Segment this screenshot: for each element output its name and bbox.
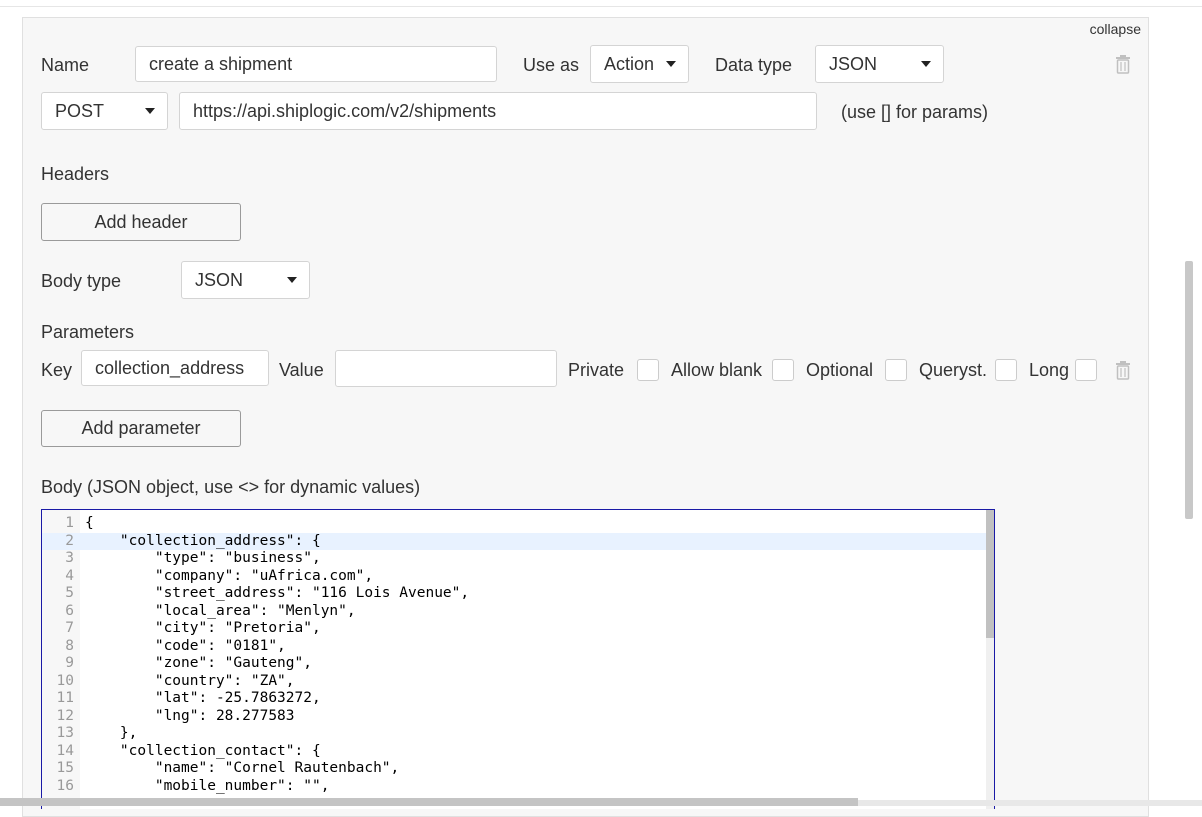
collapse-link[interactable]: collapse bbox=[1090, 21, 1141, 37]
code-line[interactable]: 7 "city": "Pretoria", bbox=[42, 620, 988, 638]
code-line[interactable]: 15 "name": "Cornel Rautenbach", bbox=[42, 760, 988, 778]
code-text: "mobile_number": "", bbox=[85, 777, 330, 794]
body-label: Body (JSON object, use <> for dynamic va… bbox=[41, 477, 421, 497]
queryst-label: Queryst. bbox=[919, 360, 988, 380]
line-number: 10 bbox=[56, 672, 74, 689]
param-value-input[interactable] bbox=[335, 350, 557, 387]
code-text: "code": "0181", bbox=[85, 637, 286, 654]
code-line[interactable]: 12 "lng": 28.277583 bbox=[42, 708, 988, 726]
code-text: "lat": -25.7863272, bbox=[85, 690, 321, 706]
long-label: Long bbox=[1029, 360, 1070, 380]
name-input[interactable]: create a shipment bbox=[135, 46, 497, 82]
allow-blank-label: Allow blank bbox=[671, 360, 763, 380]
line-number: 1 bbox=[65, 515, 74, 531]
add-parameter-button[interactable]: Add parameter bbox=[41, 410, 241, 447]
param-key-input[interactable]: collection_address bbox=[81, 350, 269, 386]
code-line[interactable]: 5 "street_address": "116 Lois Avenue", bbox=[42, 585, 988, 603]
code-line[interactable]: 8 "code": "0181", bbox=[42, 638, 988, 656]
code-line[interactable]: 4 "company": "uAfrica.com", bbox=[42, 568, 988, 586]
editor-scrollbar[interactable] bbox=[986, 510, 994, 809]
optional-label: Optional bbox=[806, 360, 874, 380]
name-label: Name bbox=[41, 55, 90, 75]
horizontal-scrollbar-track[interactable] bbox=[858, 800, 1202, 806]
line-number: 5 bbox=[65, 585, 74, 601]
data-type-label: Data type bbox=[715, 55, 793, 75]
code-text: "name": "Cornel Rautenbach", bbox=[85, 760, 400, 776]
code-line[interactable]: 13 }, bbox=[42, 725, 988, 743]
params-hint: (use [] for params) bbox=[841, 102, 989, 122]
http-method-select[interactable]: POST bbox=[41, 92, 168, 130]
line-number: 4 bbox=[65, 567, 74, 584]
code-text: "street_address": "116 Lois Avenue", bbox=[85, 585, 470, 601]
editor-scrollbar-thumb[interactable] bbox=[986, 510, 994, 638]
code-line[interactable]: 11 "lat": -25.7863272, bbox=[42, 690, 988, 708]
code-text: "type": "business", bbox=[85, 550, 321, 566]
caret-down-icon bbox=[666, 61, 676, 67]
headers-title: Headers bbox=[41, 164, 110, 184]
queryst-checkbox[interactable] bbox=[995, 359, 1017, 381]
code-line[interactable]: 10 "country": "ZA", bbox=[42, 673, 988, 691]
api-call-panel: collapse Name create a shipment Use as A… bbox=[22, 17, 1149, 817]
code-text: "company": "uAfrica.com", bbox=[85, 567, 374, 584]
code-line[interactable]: 6 "local_area": "Menlyn", bbox=[42, 603, 988, 621]
private-label: Private bbox=[568, 360, 625, 380]
trash-icon[interactable] bbox=[1114, 360, 1132, 380]
json-body-editor[interactable]: 1{2 "collection_address": {3 "type": "bu… bbox=[41, 509, 995, 809]
code-text: "collection_address": { bbox=[85, 532, 321, 549]
line-number: 11 bbox=[56, 690, 74, 706]
optional-checkbox[interactable] bbox=[885, 359, 907, 381]
line-number: 2 bbox=[65, 532, 74, 549]
line-number: 7 bbox=[65, 620, 74, 636]
code-line[interactable]: 1{ bbox=[42, 515, 988, 533]
value-label: Value bbox=[279, 360, 324, 380]
url-input[interactable]: https://api.shiplogic.com/v2/shipments bbox=[179, 92, 817, 130]
caret-down-icon bbox=[287, 277, 297, 283]
caret-down-icon bbox=[921, 61, 931, 67]
code-line[interactable]: 14 "collection_contact": { bbox=[42, 743, 988, 761]
code-text: { bbox=[85, 515, 94, 531]
data-type-select[interactable]: JSON bbox=[815, 45, 944, 83]
line-number: 9 bbox=[65, 655, 74, 671]
body-type-value: JSON bbox=[195, 269, 244, 290]
http-method-value: POST bbox=[55, 100, 105, 121]
line-number: 12 bbox=[56, 707, 74, 724]
use-as-value: Action bbox=[604, 53, 655, 74]
private-checkbox[interactable] bbox=[637, 359, 659, 381]
page-scrollbar-thumb[interactable] bbox=[1185, 261, 1193, 519]
trash-icon[interactable] bbox=[1114, 54, 1132, 74]
horizontal-scrollbar-thumb[interactable] bbox=[0, 798, 858, 806]
line-number: 16 bbox=[56, 777, 74, 794]
key-label: Key bbox=[41, 360, 73, 380]
use-as-label: Use as bbox=[523, 55, 580, 75]
code-text: "collection_contact": { bbox=[85, 742, 321, 759]
code-line[interactable]: 16 "mobile_number": "", bbox=[42, 778, 988, 796]
line-number: 15 bbox=[56, 760, 74, 776]
body-type-select[interactable]: JSON bbox=[181, 261, 310, 299]
code-text: "zone": "Gauteng", bbox=[85, 655, 312, 671]
code-text: "local_area": "Menlyn", bbox=[85, 602, 356, 619]
add-header-button[interactable]: Add header bbox=[41, 203, 241, 241]
line-number: 13 bbox=[56, 725, 74, 741]
use-as-select[interactable]: Action bbox=[590, 45, 689, 83]
data-type-value: JSON bbox=[829, 53, 878, 74]
line-number: 3 bbox=[65, 550, 74, 566]
code-text: }, bbox=[85, 725, 138, 741]
code-line[interactable]: 3 "type": "business", bbox=[42, 550, 988, 568]
long-checkbox[interactable] bbox=[1075, 359, 1097, 381]
allow-blank-checkbox[interactable] bbox=[772, 359, 794, 381]
parameters-title: Parameters bbox=[41, 322, 135, 342]
top-divider bbox=[0, 6, 1202, 7]
body-type-label: Body type bbox=[41, 271, 122, 291]
line-number: 8 bbox=[65, 637, 74, 654]
code-text: "country": "ZA", bbox=[85, 672, 295, 689]
code-text: "lng": 28.277583 bbox=[85, 707, 295, 724]
caret-down-icon bbox=[145, 108, 155, 114]
line-number: 6 bbox=[65, 602, 74, 619]
code-line[interactable]: 2 "collection_address": { bbox=[42, 532, 988, 550]
code-line[interactable]: 9 "zone": "Gauteng", bbox=[42, 655, 988, 673]
code-text: "city": "Pretoria", bbox=[85, 620, 321, 636]
line-number: 14 bbox=[56, 742, 74, 759]
